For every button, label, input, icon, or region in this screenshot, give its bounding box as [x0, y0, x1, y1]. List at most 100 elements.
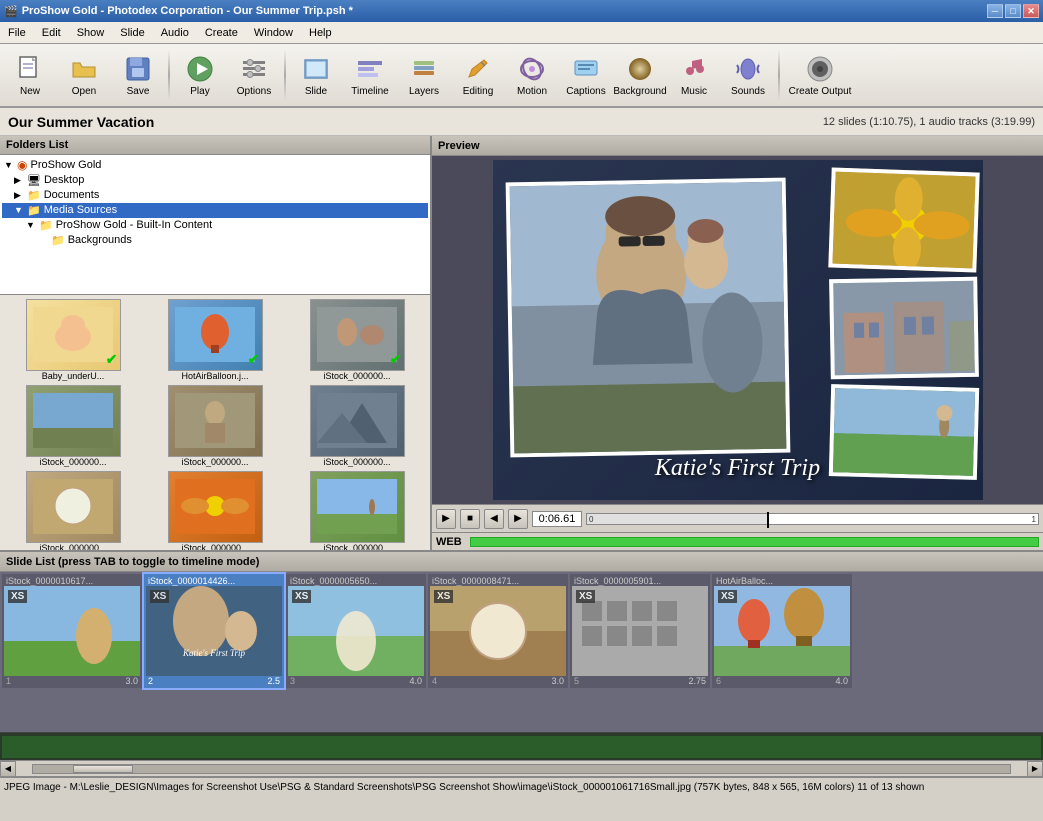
folder-builtin[interactable]: ▼ 📁 ProShow Gold - Built-In Content: [2, 218, 428, 233]
slide-info-4: 4 3.0: [430, 676, 566, 686]
slide-title-6: HotAirBalloc...: [714, 576, 850, 586]
thumbnail-7[interactable]: iStock_000000...: [4, 471, 142, 550]
builtin-icon: 📁: [39, 219, 53, 232]
captions-button[interactable]: Captions: [560, 46, 612, 104]
next-ctrl-button[interactable]: ▶: [508, 509, 528, 529]
thumb-label-2: HotAirBalloon.j...: [181, 371, 248, 381]
music-button[interactable]: Music: [668, 46, 720, 104]
thumbnail-2[interactable]: ✔ HotAirBalloon.j...: [146, 299, 284, 381]
options-button[interactable]: Options: [228, 46, 280, 104]
progress-bar[interactable]: 0 1: [586, 513, 1039, 525]
documents-icon: 📁: [27, 189, 41, 202]
slide-title-3: iStock_0000005650...: [288, 576, 424, 586]
editing-button[interactable]: Editing: [452, 46, 504, 104]
minimize-button[interactable]: ─: [987, 4, 1003, 18]
folder-desktop[interactable]: ▶ 🖥 Desktop: [2, 173, 428, 188]
slide-item-4[interactable]: iStock_0000008471... XS 4 3.0: [428, 574, 568, 688]
thumbnail-8[interactable]: iStock_000000...: [146, 471, 284, 550]
thumbnail-3[interactable]: ✔ iStock_000000...: [288, 299, 426, 381]
timeline-button[interactable]: Timeline: [344, 46, 396, 104]
open-button[interactable]: Open: [58, 46, 110, 104]
folder-tree[interactable]: ▼ ◉ ProShow Gold ▶ 🖥 Desktop ▶ 📁 Documen…: [0, 155, 430, 295]
thumbnail-4[interactable]: iStock_000000...: [4, 385, 142, 467]
expand-icon2: ▶: [14, 175, 24, 186]
menu-edit[interactable]: Edit: [34, 25, 69, 41]
status-text: JPEG Image - M:\Leslie_DESIGN\Images for…: [4, 782, 924, 793]
thumbnail-area[interactable]: ✔ Baby_underU... ✔ HotAirBalloon.j...: [0, 295, 430, 550]
menu-slide[interactable]: Slide: [112, 25, 152, 41]
slide-button[interactable]: Slide: [290, 46, 342, 104]
slide-dur-6: 4.0: [835, 676, 848, 686]
play-ctrl-button[interactable]: ▶: [436, 509, 456, 529]
slide-item-2[interactable]: iStock_0000014426... Katie's First Trip …: [144, 574, 284, 688]
play-button[interactable]: Play: [174, 46, 226, 104]
expand-icon: ▼: [4, 160, 14, 170]
thumb-img-2: ✔: [168, 299, 263, 371]
slide-info-6: 6 4.0: [714, 676, 850, 686]
slide-thumb-4: XS: [430, 586, 566, 676]
options-label: Options: [237, 86, 271, 97]
slide-item-6[interactable]: HotAirBalloc... XS 6 4.0: [712, 574, 852, 688]
thumbnail-9[interactable]: iStock_000000...: [288, 471, 426, 550]
stop-ctrl-button[interactable]: ■: [460, 509, 480, 529]
folder-proshow[interactable]: ▼ ◉ ProShow Gold: [2, 157, 428, 173]
sounds-button[interactable]: Sounds: [722, 46, 774, 104]
thumbnail-1[interactable]: ✔ Baby_underU...: [4, 299, 142, 381]
status-bar: JPEG Image - M:\Leslie_DESIGN\Images for…: [0, 776, 1043, 796]
background-button[interactable]: Background: [614, 46, 666, 104]
preview-collage: Katie's First Trip: [493, 160, 983, 500]
slide-item-1[interactable]: iStock_0000010617... XS 1 3.0: [2, 574, 142, 688]
create-output-button[interactable]: Create Output: [784, 46, 856, 104]
menu-show[interactable]: Show: [69, 25, 113, 41]
save-button[interactable]: Save: [112, 46, 164, 104]
motion-button[interactable]: Motion: [506, 46, 558, 104]
scroll-left-arrow[interactable]: ◀: [0, 761, 16, 777]
maximize-button[interactable]: □: [1005, 4, 1021, 18]
slide-item-3[interactable]: iStock_0000005650... XS 3 4.0: [286, 574, 426, 688]
slide-xs-icon-1: XS: [8, 590, 27, 603]
slide-list-bar: Slide List (press TAB to toggle to timel…: [0, 550, 1043, 572]
menu-audio[interactable]: Audio: [153, 25, 197, 41]
scroll-thumb[interactable]: [73, 765, 133, 773]
main-photo: [505, 178, 790, 458]
folder-documents-label: Documents: [44, 189, 100, 201]
slide-title-4: iStock_0000008471...: [430, 576, 566, 586]
slide-icon: [300, 53, 332, 85]
music-label: Music: [681, 86, 707, 97]
new-icon: [14, 53, 46, 85]
check-3: ✔: [390, 351, 402, 368]
close-button[interactable]: ✕: [1023, 4, 1039, 18]
menu-bar: File Edit Show Slide Audio Create Window…: [0, 22, 1043, 44]
menu-file[interactable]: File: [0, 25, 34, 41]
folder-backgrounds[interactable]: 📁 Backgrounds: [2, 233, 428, 248]
slide-num-3: 3: [290, 676, 295, 686]
proshow-icon: ◉: [17, 158, 27, 172]
menu-window[interactable]: Window: [246, 25, 301, 41]
folder-media-sources[interactable]: ▼ 📁 Media Sources: [2, 203, 428, 218]
slide-thumb-5: XS: [572, 586, 708, 676]
web-bar: WEB: [432, 532, 1043, 550]
slide-list[interactable]: iStock_0000010617... XS 1 3.0 iStock_000…: [0, 572, 1043, 732]
folder-documents[interactable]: ▶ 📁 Documents: [2, 188, 428, 203]
layers-icon: [408, 53, 440, 85]
thumb-img-5: [168, 385, 263, 457]
slide-thumb-1: XS: [4, 586, 140, 676]
new-button[interactable]: New: [4, 46, 56, 104]
tick-1: 1: [1032, 515, 1036, 524]
title-bar: 🎬 ProShow Gold - Photodex Corporation - …: [0, 0, 1043, 22]
menu-create[interactable]: Create: [197, 25, 246, 41]
menu-help[interactable]: Help: [301, 25, 340, 41]
slide-xs-icon-5: XS: [576, 590, 595, 603]
thumbnail-6[interactable]: iStock_000000...: [288, 385, 426, 467]
title-text: 🎬 ProShow Gold - Photodex Corporation - …: [4, 5, 353, 18]
time-display: 0:06.61: [532, 511, 582, 527]
prev-ctrl-button[interactable]: ◀: [484, 509, 504, 529]
scroll-track[interactable]: [32, 764, 1011, 774]
main-content: Folders List ▼ ◉ ProShow Gold ▶ 🖥 Deskto…: [0, 136, 1043, 550]
slide-dur-2: 2.5: [267, 676, 280, 686]
layers-button[interactable]: Layers: [398, 46, 450, 104]
slide-num-6: 6: [716, 676, 721, 686]
slide-item-5[interactable]: iStock_0000005901... XS 5 2.75: [570, 574, 710, 688]
scroll-right-arrow[interactable]: ▶: [1027, 761, 1043, 777]
thumbnail-5[interactable]: iStock_000000...: [146, 385, 284, 467]
